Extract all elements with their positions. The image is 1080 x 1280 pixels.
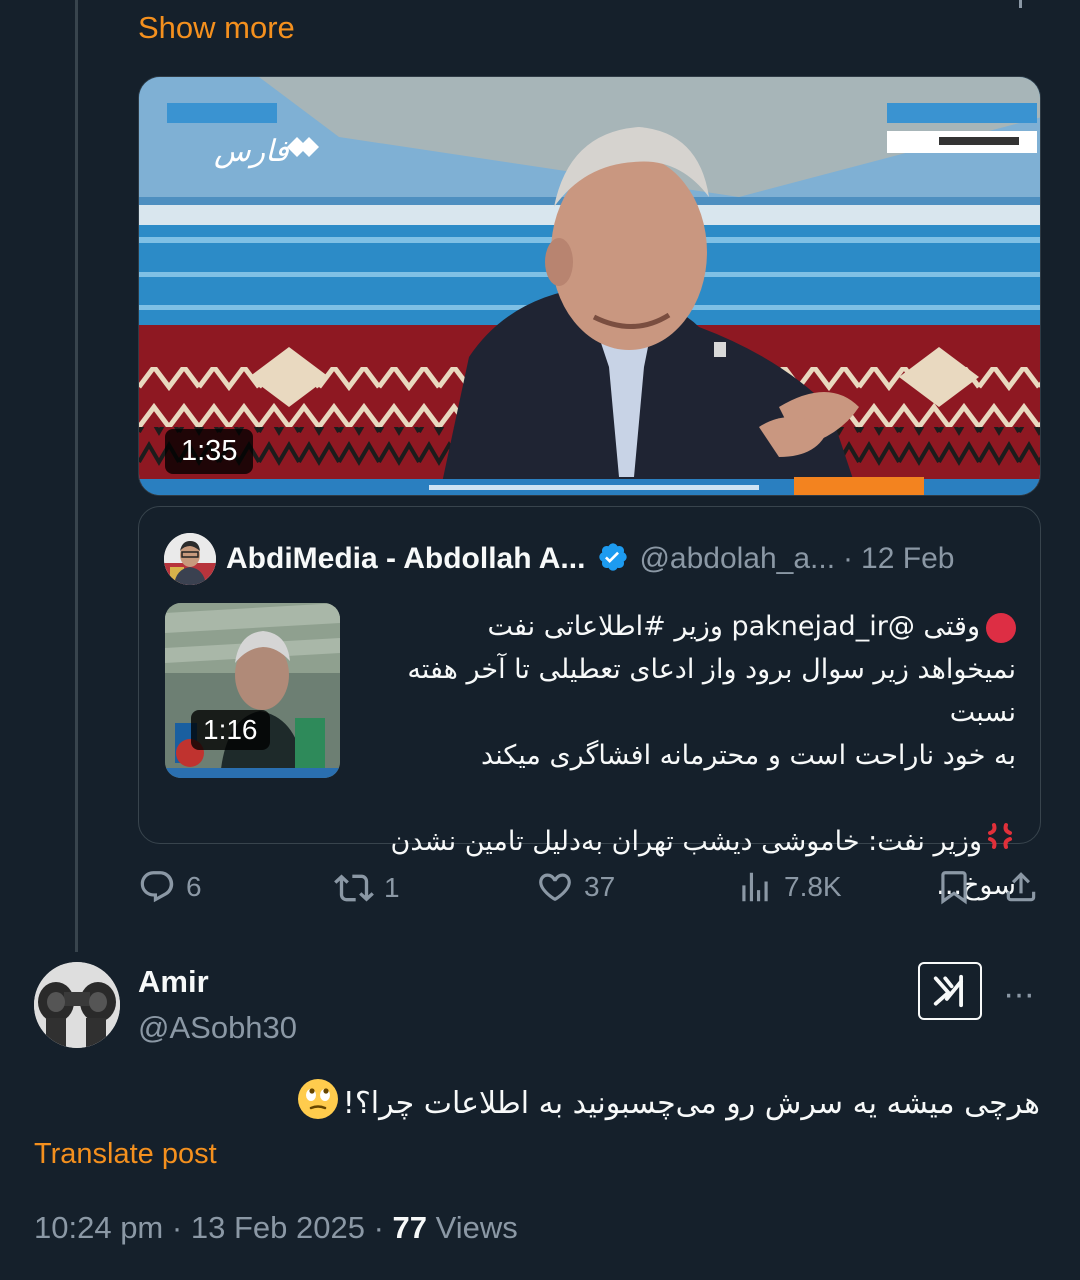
video-duration-badge: 1:35 — [165, 429, 254, 474]
more-options-button[interactable]: ··· — [1003, 975, 1035, 1014]
share-icon — [1006, 872, 1036, 902]
post-action-bar: 6 1 37 7.8K — [138, 868, 1041, 918]
quoted-video-thumbnail[interactable]: 1:16 — [165, 603, 340, 778]
video-frame: فارس — [139, 77, 1040, 495]
like-count: 37 — [584, 871, 616, 902]
quoted-author-avatar[interactable] — [164, 533, 216, 585]
reply-author-name[interactable]: Amir — [138, 964, 209, 1000]
quoted-author-handle[interactable]: @abdolah_a... — [639, 542, 835, 576]
reply-text: هرچی میشه یه سرش رو می‌چسبونید به اطلاعا… — [297, 1078, 1040, 1128]
view-count: 7.8K — [784, 871, 842, 902]
repost-button[interactable]: 1 — [334, 868, 400, 908]
reply-icon — [140, 871, 174, 903]
top-cropped-icon — [1019, 0, 1022, 8]
quoted-video-duration-badge: 1:16 — [191, 710, 270, 750]
views-button[interactable]: 7.8K — [736, 868, 842, 906]
quoted-post-date[interactable]: 12 Feb — [861, 542, 954, 576]
reply-author-handle[interactable]: @ASobh30 — [138, 1010, 297, 1046]
share-button[interactable] — [1002, 868, 1050, 906]
post-views-label: Views — [435, 1210, 518, 1245]
show-more-link[interactable]: Show more — [138, 10, 295, 46]
grok-button[interactable] — [918, 962, 982, 1020]
quoted-post-text: وقتی @paknejad_ir وزیر #اطلاعاتی نفت نمی… — [366, 605, 1016, 907]
meta-separator: · — [373, 1210, 384, 1245]
heart-icon — [539, 873, 571, 901]
verified-badge-icon — [597, 541, 629, 578]
anger-symbol-icon — [984, 821, 1016, 864]
quoted-text-line-3: به خود ناراحت است و محترمانه افشاگری میک… — [481, 740, 1016, 771]
like-button[interactable]: 37 — [536, 868, 615, 906]
post-views-count: 77 — [392, 1210, 427, 1245]
quoted-post[interactable]: AbdiMedia - Abdollah A... @abdolah_a... … — [138, 506, 1041, 901]
quoted-post-header: AbdiMedia - Abdollah A... @abdolah_a... … — [164, 533, 954, 585]
grok-icon — [933, 974, 963, 1008]
video-player[interactable]: فارس 1:35 — [138, 76, 1041, 496]
translate-post-link[interactable]: Translate post — [34, 1138, 217, 1171]
reply-text-content: هرچی میشه یه سرش رو می‌چسبونید به اطلاعا… — [342, 1085, 1040, 1121]
separator-dot: · — [843, 542, 854, 575]
eye-roll-emoji-icon — [297, 1078, 339, 1128]
reply-author-avatar[interactable] — [34, 962, 120, 1048]
post-metadata: 10:24 pm · 13 Feb 2025 · 77 Views — [34, 1210, 518, 1246]
red-circle-icon — [986, 612, 1016, 643]
post-date[interactable]: 13 Feb 2025 — [191, 1210, 365, 1245]
bookmark-icon — [941, 871, 967, 905]
quoted-author-name[interactable]: AbdiMedia - Abdollah A... — [226, 542, 585, 576]
quoted-text-line-1: وقتی @paknejad_ir وزیر #اطلاعاتی نفت — [487, 611, 980, 642]
repost-count: 1 — [384, 872, 400, 903]
quoted-text-line-2: نمیخواهد زیر سوال برود واز ادعای تعطیلی … — [407, 654, 1016, 728]
meta-separator: · — [171, 1210, 183, 1245]
analytics-icon — [742, 872, 768, 902]
bookmark-button[interactable] — [935, 868, 983, 906]
repost-icon — [334, 874, 374, 902]
reply-count: 6 — [186, 871, 202, 902]
svg-text:فارس: فارس — [214, 134, 289, 169]
thread-connector-line — [75, 0, 78, 952]
post-time[interactable]: 10:24 pm — [34, 1210, 163, 1245]
reply-button[interactable]: 6 — [138, 868, 202, 906]
